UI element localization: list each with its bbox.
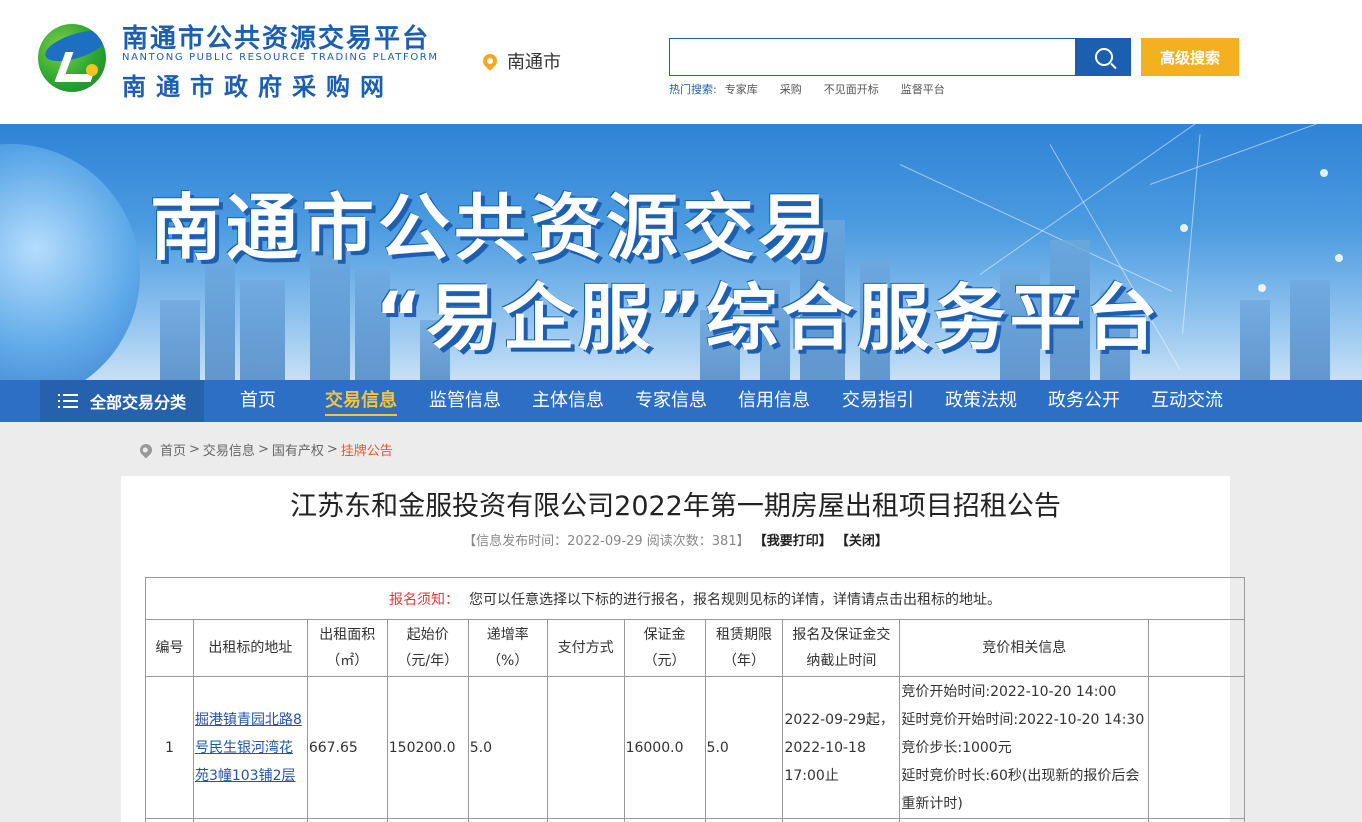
breadcrumb-separator: > [189, 442, 200, 457]
cell-term: 5.0 [704, 676, 784, 819]
cell-extra [1148, 676, 1245, 819]
cell-address: 掘港镇青园北路8号民生银河湾花苑3幢103铺2层 [192, 676, 308, 819]
col-header-deadline: 报名及保证金交 纳截止时间 [782, 619, 901, 677]
all-categories-button[interactable]: 全部交易分类 [40, 380, 204, 422]
cell-payment [546, 676, 625, 819]
breadcrumb-separator: > [257, 442, 269, 457]
globe-graphic [0, 144, 140, 380]
notice-row: 报名须知： 您可以任意选择以下标的进行报名，报名规则见标的详情，详情请点击出租标的… [145, 577, 1245, 620]
city-selector[interactable]: 南通市 [480, 48, 561, 74]
nav-item-credit[interactable]: 信用信息 [738, 380, 810, 422]
search-icon [1094, 48, 1113, 66]
nav-item-expert[interactable]: 专家信息 [635, 380, 707, 422]
hot-search-item[interactable]: 监督平台 [901, 81, 945, 97]
cell-deposit: 16000.0 [623, 676, 706, 819]
hot-search-item[interactable]: 不见面开标 [824, 81, 879, 97]
logo-icon[interactable] [38, 24, 106, 92]
col-header-address: 出租标的地址 [192, 619, 308, 677]
city-label: 南通市 [507, 52, 561, 73]
nav-item-policy[interactable]: 政策法规 [945, 380, 1017, 422]
logo-subtitle-cn: 南通市政府采购网 [122, 73, 394, 101]
notice-label: 报名须知： [389, 591, 459, 608]
breadcrumb-item[interactable]: 首页 [160, 440, 186, 459]
col-header-area: 出租面积 （㎡） [306, 619, 388, 677]
cell-no: 1 [145, 676, 194, 819]
article-panel: 江苏东和金服投资有限公司2022年第一期房屋出租项目招租公告 【信息发布时间：2… [121, 476, 1245, 822]
breadcrumb: 首页 > 交易信息 > 国有产权 > 挂牌公告 [137, 440, 393, 459]
hot-search-item[interactable]: 采购 [780, 81, 802, 97]
hot-search-item[interactable]: 专家库 [725, 81, 758, 97]
article-title: 江苏东和金服投资有限公司2022年第一期房屋出租项目招租公告 [290, 491, 1061, 522]
close-link[interactable]: 【关闭】 [836, 534, 888, 549]
cell-area: 667.65 [306, 676, 388, 819]
advanced-search-button[interactable]: 高级搜索 [1141, 38, 1239, 76]
cell-auction: 竞价开始时间:2022-10-20 14:00 延时竞价开始时间:2022-10-… [899, 676, 1150, 819]
col-header-term: 租赁期限 （年） [704, 619, 784, 677]
address-link[interactable]: 掘港镇青园北路8号民生银河湾花苑3幢103铺2层 [195, 712, 302, 784]
col-header-price: 起始价 （元/年） [386, 619, 469, 677]
location-pin-icon [480, 51, 500, 71]
location-icon [137, 441, 155, 458]
hot-search-list: 热门搜索: 专家库 采购 不见面开标 监督平台 [669, 81, 967, 97]
col-header-auction: 竞价相关信息 [899, 619, 1150, 677]
cell-deadline: 2022-09-29起， 2022-10-18 17:00止 [782, 676, 901, 819]
nav-item-interaction[interactable]: 互动交流 [1151, 380, 1223, 422]
notice-text: 您可以任意选择以下标的进行报名，报名规则见标的详情，详情请点击出租标的地址。 [469, 591, 1001, 608]
search-button[interactable] [1076, 38, 1131, 76]
nav-item-entity[interactable]: 主体信息 [532, 380, 604, 422]
menu-icon [57, 393, 78, 409]
nav-item-guide[interactable]: 交易指引 [842, 380, 914, 422]
table-header-row: 编号 出租标的地址 出租面积 （㎡） 起始价 （元/年） 递增率 （%） 支付方式 保… [145, 619, 1245, 677]
breadcrumb-item[interactable]: 国有产权 [272, 440, 324, 459]
col-header-no: 编号 [145, 619, 194, 677]
publish-info: 【信息发布时间：2022-09-29 阅读次数：381】 [463, 534, 750, 549]
all-categories-label: 全部交易分类 [89, 393, 186, 412]
search-input[interactable] [669, 38, 1076, 76]
col-header-extra [1148, 619, 1245, 677]
site-header: 南通市公共资源交易平台 NANTONG PUBLIC RESOURCE TRAD… [0, 0, 1362, 124]
col-header-step: 递增率 （%） [467, 619, 548, 677]
nav-item-trading-info[interactable]: 交易信息 [325, 380, 397, 422]
breadcrumb-separator: > [326, 442, 338, 457]
table-row [145, 818, 1245, 822]
hero-banner: 南通市公共资源交易 “易企服”综合服务平台 [0, 124, 1362, 380]
cell-price: 150200.0 [386, 676, 469, 819]
breadcrumb-current[interactable]: 挂牌公告 [341, 440, 393, 459]
logo-subtitle-en: NANTONG PUBLIC RESOURCE TRADING PLATFORM [122, 52, 439, 63]
article-meta: 【信息发布时间：2022-09-29 阅读次数：381】 【我要打印】 【关闭】 [121, 530, 1230, 549]
nav-item-home[interactable]: 首页 [240, 380, 276, 422]
table-row: 1 掘港镇青园北路8号民生银河湾花苑3幢103铺2层 667.65 150200… [145, 676, 1245, 819]
nav-item-public-affairs[interactable]: 政务公开 [1048, 380, 1120, 422]
breadcrumb-item[interactable]: 交易信息 [203, 440, 255, 459]
col-header-payment: 支付方式 [546, 619, 625, 677]
banner-title-line2: “易企服”综合服务平台 [375, 276, 1162, 360]
cell-step: 5.0 [467, 676, 548, 819]
nav-item-supervision[interactable]: 监管信息 [429, 380, 501, 422]
logo-title[interactable]: 南通市公共资源交易平台 [122, 18, 430, 55]
hot-search-label: 热门搜索: [669, 83, 717, 96]
print-link[interactable]: 【我要打印】 [754, 534, 832, 549]
main-nav: 全部交易分类 首页 交易信息 监管信息 主体信息 专家信息 信用信息 交易指引 … [0, 380, 1362, 422]
col-header-deposit: 保证金 （元） [623, 619, 706, 677]
bid-table: 报名须知： 您可以任意选择以下标的进行报名，报名规则见标的详情，详情请点击出租标的… [145, 577, 1245, 822]
